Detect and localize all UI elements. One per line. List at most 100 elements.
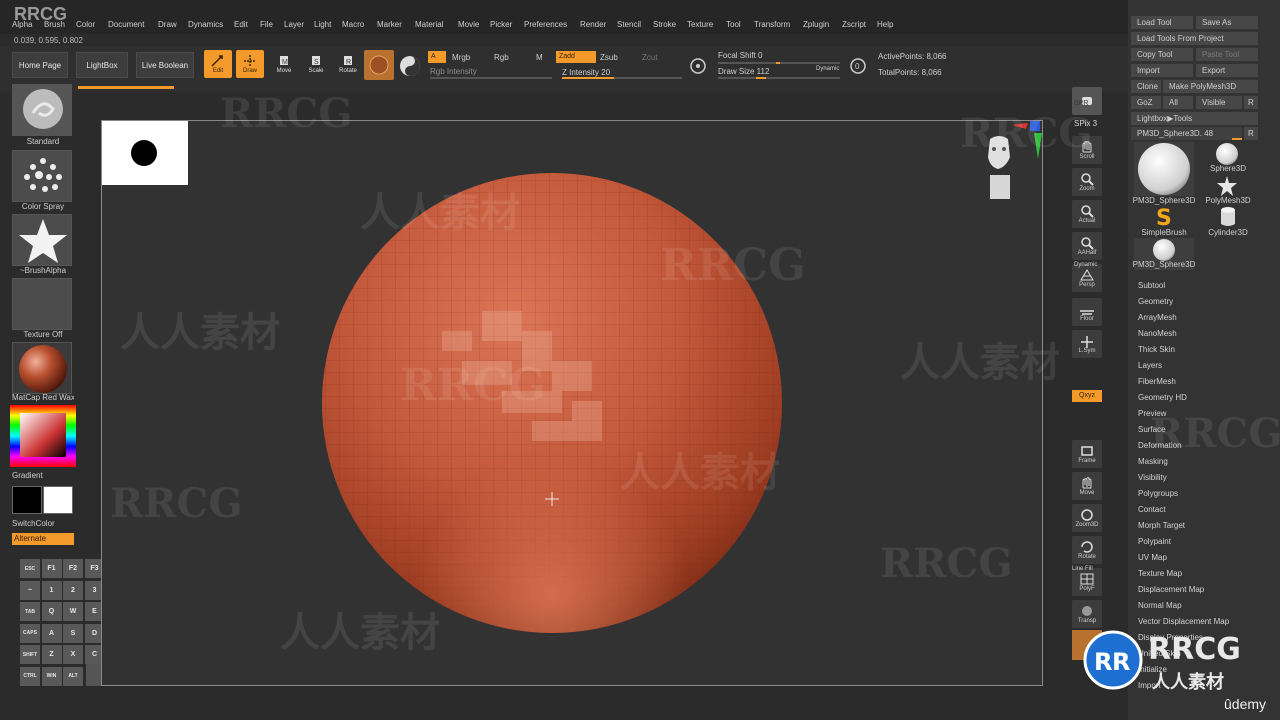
menu-document[interactable]: Document (108, 20, 144, 29)
menu-light[interactable]: Light (314, 20, 331, 29)
move-button[interactable]: Move (1072, 472, 1102, 500)
zadd-button[interactable]: Zadd (556, 51, 596, 63)
subpalette-deformation[interactable]: Deformation (1138, 441, 1182, 450)
actual-button[interactable]: Actual (1072, 200, 1102, 228)
alternate-button[interactable]: Alternate (12, 533, 74, 545)
z-intensity-slider[interactable]: Z Intensity 20 (562, 68, 610, 77)
rgb-button[interactable]: Rgb (494, 53, 509, 62)
current-tool-r-button[interactable]: R (1244, 127, 1258, 140)
subpalette-preview[interactable]: Preview (1138, 409, 1166, 418)
clone-button[interactable]: Clone (1131, 80, 1161, 93)
menu-stroke[interactable]: Stroke (653, 20, 676, 29)
stroke-thumbnail[interactable] (12, 150, 72, 202)
goz-all-button[interactable]: All (1163, 96, 1193, 109)
subpalette-polypaint[interactable]: Polypaint (1138, 537, 1171, 546)
menu-file[interactable]: File (260, 20, 273, 29)
subpalette-masking[interactable]: Masking (1138, 457, 1168, 466)
make-polymesh3d-button[interactable]: Make PolyMesh3D (1163, 80, 1258, 93)
subpalette-surface[interactable]: Surface (1138, 425, 1166, 434)
color-picker[interactable] (10, 405, 76, 467)
navigation-gizmo[interactable] (972, 121, 1043, 207)
subpalette-normal-map[interactable]: Normal Map (1138, 601, 1182, 610)
menu-stencil[interactable]: Stencil (617, 20, 641, 29)
material-thumbnail[interactable] (12, 342, 72, 394)
zsub-button[interactable]: Zsub (600, 53, 618, 62)
goz-visible-button[interactable]: Visible (1196, 96, 1242, 109)
texture-thumbnail[interactable] (12, 278, 72, 330)
export-button[interactable]: Export (1196, 64, 1258, 77)
subpalette-texture-map[interactable]: Texture Map (1138, 569, 1182, 578)
tool-thumb-cylinder3d[interactable] (1218, 206, 1238, 228)
menu-macro[interactable]: Macro (342, 20, 364, 29)
subpalette-thick-skin[interactable]: Thick Skin (1138, 345, 1175, 354)
tool-thumb-pm3d-sphere[interactable] (1134, 142, 1194, 196)
subpalette-uv-map[interactable]: UV Map (1138, 553, 1167, 562)
subpalette-visibility[interactable]: Visibility (1138, 473, 1167, 482)
draw-size-slider[interactable]: Draw Size 112 (718, 67, 769, 76)
menu-brush[interactable]: Brush (44, 20, 65, 29)
sculpt-sphere[interactable] (102, 121, 1043, 686)
draw-size-track[interactable] (718, 77, 840, 79)
polyf-button[interactable]: PolyF (1072, 568, 1102, 596)
draw-button[interactable]: Draw (236, 50, 264, 78)
edit-button[interactable]: Edit (204, 50, 232, 78)
menu-edit[interactable]: Edit (234, 20, 248, 29)
subpalette-subtool[interactable]: Subtool (1138, 281, 1165, 290)
menu-dynamics[interactable]: Dynamics (188, 20, 223, 29)
subpalette-layers[interactable]: Layers (1138, 361, 1162, 370)
tool-thumb-polymesh3d[interactable] (1216, 176, 1238, 196)
scale-button[interactable]: S Scale (302, 50, 330, 78)
dynamic-toggle[interactable]: Dynamic (816, 66, 839, 72)
zcut-button[interactable]: Zcut (642, 53, 658, 62)
alpha-thumbnail[interactable] (12, 214, 72, 266)
menu-zplugin[interactable]: Zplugin (803, 20, 829, 29)
lazy-mouse-button[interactable] (688, 56, 708, 76)
import-button[interactable]: Import (1131, 64, 1193, 77)
live-boolean-button[interactable]: Live Boolean (136, 52, 194, 78)
subpalette-arraymesh[interactable]: ArrayMesh (1138, 313, 1177, 322)
menu-draw[interactable]: Draw (158, 20, 177, 29)
move-button[interactable]: M Move (270, 50, 298, 78)
menu-tool[interactable]: Tool (726, 20, 741, 29)
switch-color-button[interactable]: SwitchColor (12, 519, 74, 528)
subpalette-fibermesh[interactable]: FiberMesh (1138, 377, 1176, 386)
focal-shift-slider[interactable]: Focal Shift 0 (718, 51, 762, 60)
subpalette-displacement-map[interactable]: Displacement Map (1138, 585, 1204, 594)
lsym-button[interactable]: L.Sym (1072, 330, 1102, 358)
secondary-color-swatch[interactable] (43, 486, 73, 514)
load-tool-button[interactable]: Load Tool (1131, 16, 1193, 29)
menu-zscript[interactable]: Zscript (842, 20, 866, 29)
frame-button[interactable]: Frame (1072, 440, 1102, 468)
menu-material[interactable]: Material (415, 20, 443, 29)
lightbox-button[interactable]: LightBox (76, 52, 128, 78)
save-as-button[interactable]: Save As (1196, 16, 1258, 29)
current-tool-slider[interactable]: PM3D_Sphere3D. 48 (1131, 127, 1242, 140)
menu-preferences[interactable]: Preferences (524, 20, 567, 29)
primary-color-swatch[interactable] (12, 486, 42, 514)
menu-transform[interactable]: Transform (754, 20, 790, 29)
persp-button[interactable]: Persp (1072, 264, 1102, 292)
menu-help[interactable]: Help (877, 20, 893, 29)
floor-button[interactable]: Floor (1072, 298, 1102, 326)
subpalette-morph-target[interactable]: Morph Target (1138, 521, 1185, 530)
subpalette-vector-displacement-map[interactable]: Vector Displacement Map (1138, 617, 1229, 626)
zoom3d-button[interactable]: Zoom3D (1072, 504, 1102, 532)
tool-thumb-sphere3d[interactable] (1214, 142, 1240, 166)
menu-movie[interactable]: Movie (458, 20, 479, 29)
copy-tool-button[interactable]: Copy Tool (1131, 48, 1193, 61)
brush-thumbnail[interactable] (12, 84, 72, 136)
lightbox-tools-button[interactable]: Lightbox▶Tools (1131, 112, 1258, 125)
rotate-button[interactable]: R Rotate (334, 50, 362, 78)
menu-color[interactable]: Color (76, 20, 95, 29)
rgb-intensity-track[interactable] (430, 77, 552, 79)
menu-alpha[interactable]: Alpha (12, 20, 32, 29)
tool-thumb-simplebrush[interactable]: S (1152, 206, 1176, 231)
gyro-button[interactable] (398, 54, 422, 78)
menu-picker[interactable]: Picker (490, 20, 512, 29)
menu-texture[interactable]: Texture (687, 20, 713, 29)
zoom-button[interactable]: Zoom (1072, 168, 1102, 196)
home-page-button[interactable]: Home Page (12, 52, 68, 78)
load-tools-from-project-button[interactable]: Load Tools From Project (1131, 32, 1258, 45)
a-toggle[interactable]: A (428, 51, 446, 63)
rgb-intensity-slider[interactable]: Rgb Intensity (430, 67, 477, 76)
